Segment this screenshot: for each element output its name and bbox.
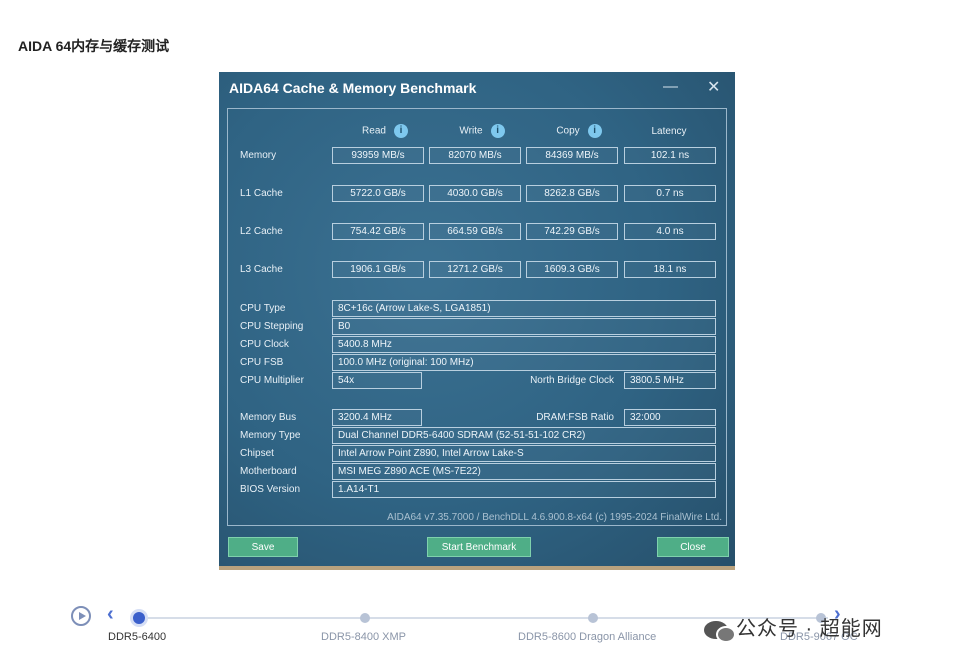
nb-clock-label: North Bridge Clock bbox=[530, 375, 614, 386]
info-icon[interactable]: i bbox=[490, 124, 505, 138]
play-icon[interactable] bbox=[71, 606, 91, 626]
memory-write: 82070 MB/s bbox=[429, 147, 521, 164]
timeline-label-1[interactable]: DDR5-6400 bbox=[108, 631, 166, 643]
bios-version-label: BIOS Version bbox=[240, 484, 301, 495]
timeline-dot-1[interactable] bbox=[133, 612, 145, 624]
memory-type-value: Dual Channel DDR5-6400 SDRAM (52-51-51-1… bbox=[332, 427, 716, 444]
memory-type-label: Memory Type bbox=[240, 430, 301, 441]
cpu-type-label: CPU Type bbox=[240, 303, 286, 314]
chipset-value: Intel Arrow Point Z890, Intel Arrow Lake… bbox=[332, 445, 716, 462]
memory-latency: 102.1 ns bbox=[624, 147, 716, 164]
dram-ratio-label: DRAM:FSB Ratio bbox=[536, 412, 614, 423]
l3-latency: 18.1 ns bbox=[624, 261, 716, 278]
memory-bus-label: Memory Bus bbox=[240, 412, 297, 423]
l1-copy: 8262.8 GB/s bbox=[526, 185, 618, 202]
motherboard-value: MSI MEG Z890 ACE (MS-7E22) bbox=[332, 463, 716, 480]
header-latency: Latency bbox=[651, 126, 687, 137]
save-button[interactable]: Save bbox=[228, 537, 298, 557]
info-icon[interactable]: i bbox=[587, 124, 602, 138]
page-title: AIDA 64内存与缓存测试 bbox=[18, 38, 170, 54]
row-label-l3: L3 Cache bbox=[240, 264, 283, 275]
cpu-multiplier-label: CPU Multiplier bbox=[240, 375, 304, 386]
dram-ratio-value: 32:000 bbox=[624, 409, 716, 426]
cpu-clock-label: CPU Clock bbox=[240, 339, 289, 350]
wechat-icon bbox=[704, 620, 736, 643]
l1-read: 5722.0 GB/s bbox=[332, 185, 424, 202]
l2-latency: 4.0 ns bbox=[624, 223, 716, 240]
bios-version-value: 1.A14-T1 bbox=[332, 481, 716, 498]
timeline-label-2[interactable]: DDR5-8400 XMP bbox=[321, 631, 406, 643]
info-icon[interactable]: i bbox=[393, 124, 408, 138]
copyright-note: AIDA64 v7.35.7000 / BenchDLL 4.6.900.8-x… bbox=[387, 512, 722, 523]
cpu-clock-value: 5400.8 MHz bbox=[332, 336, 716, 353]
cpu-multiplier-value: 54x bbox=[332, 372, 422, 389]
benchmark-panel: Read i Write i Copy i Latency Memory 93959 … bbox=[227, 108, 727, 526]
wechat-watermark: 公众号 · 超能网 bbox=[704, 612, 883, 643]
l2-copy: 742.29 GB/s bbox=[526, 223, 618, 240]
window-title: AIDA64 Cache & Memory Benchmark bbox=[229, 80, 477, 96]
cpu-type-value: 8C+16c (Arrow Lake-S, LGA1851) bbox=[332, 300, 716, 317]
aida64-window-photo: AIDA64 Cache & Memory Benchmark — ✕ Read… bbox=[219, 72, 735, 570]
l1-write: 4030.0 GB/s bbox=[429, 185, 521, 202]
l2-read: 754.42 GB/s bbox=[332, 223, 424, 240]
chipset-label: Chipset bbox=[240, 448, 274, 459]
memory-copy: 84369 MB/s bbox=[526, 147, 618, 164]
header-read: Read i bbox=[340, 124, 430, 138]
start-benchmark-button[interactable]: Start Benchmark bbox=[427, 537, 531, 557]
minimize-icon[interactable]: — bbox=[663, 78, 678, 95]
row-label-l2: L2 Cache bbox=[240, 226, 283, 237]
header-write: Write i bbox=[437, 124, 527, 138]
nb-clock-value: 3800.5 MHz bbox=[624, 372, 716, 389]
row-label-l1: L1 Cache bbox=[240, 188, 283, 199]
l3-write: 1271.2 GB/s bbox=[429, 261, 521, 278]
header-copy: Copy i bbox=[534, 124, 624, 138]
cpu-fsb-label: CPU FSB bbox=[240, 357, 284, 368]
cpu-stepping-value: B0 bbox=[332, 318, 716, 335]
memory-bus-value: 3200.4 MHz bbox=[332, 409, 422, 426]
memory-read: 93959 MB/s bbox=[332, 147, 424, 164]
close-button[interactable]: Close bbox=[657, 537, 729, 557]
cpu-fsb-value: 100.0 MHz (original: 100 MHz) bbox=[332, 354, 716, 371]
l3-read: 1906.1 GB/s bbox=[332, 261, 424, 278]
close-icon[interactable]: ✕ bbox=[707, 77, 720, 97]
cpu-stepping-label: CPU Stepping bbox=[240, 321, 304, 332]
row-label-memory: Memory bbox=[240, 150, 277, 161]
timeline-dot-3[interactable] bbox=[588, 613, 598, 623]
timeline-label-3[interactable]: DDR5-8600 Dragon Alliance bbox=[518, 631, 656, 643]
l1-latency: 0.7 ns bbox=[624, 185, 716, 202]
l2-write: 664.59 GB/s bbox=[429, 223, 521, 240]
timeline-dot-2[interactable] bbox=[360, 613, 370, 623]
l3-copy: 1609.3 GB/s bbox=[526, 261, 618, 278]
motherboard-label: Motherboard bbox=[240, 466, 297, 477]
prev-arrow-icon[interactable]: ‹ bbox=[107, 603, 114, 626]
